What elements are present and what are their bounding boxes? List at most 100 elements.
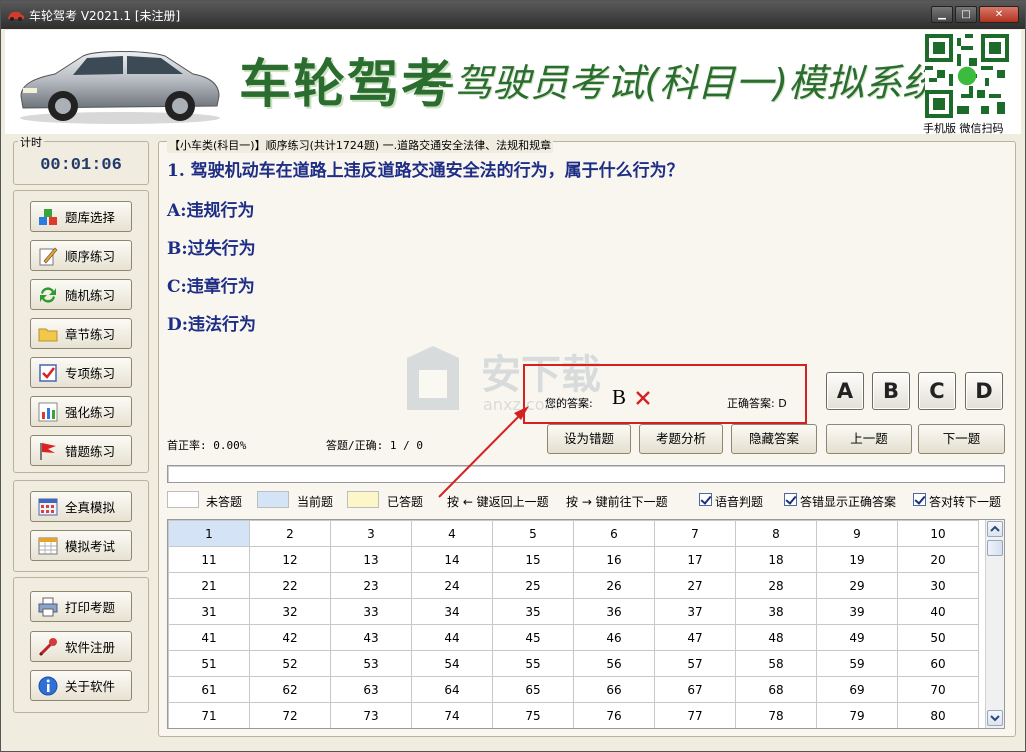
question-cell[interactable]: 69 (816, 676, 898, 703)
question-cell[interactable]: 60 (897, 650, 979, 677)
question-cell[interactable]: 78 (735, 702, 817, 728)
question-cell[interactable]: 15 (492, 546, 574, 573)
full-simulation-button[interactable]: 全真模拟 (30, 491, 132, 522)
question-cell[interactable]: 13 (330, 546, 412, 573)
print-questions-button[interactable]: 打印考题 (30, 591, 132, 622)
question-cell[interactable]: 73 (330, 702, 412, 728)
question-cell[interactable]: 32 (249, 598, 331, 625)
question-cell[interactable]: 44 (411, 624, 493, 651)
chapter-practice-button[interactable]: 章节练习 (30, 318, 132, 349)
question-cell[interactable]: 10 (897, 520, 979, 547)
question-cell[interactable]: 37 (654, 598, 736, 625)
question-cell[interactable]: 62 (249, 676, 331, 703)
question-cell[interactable]: 58 (735, 650, 817, 677)
question-cell[interactable]: 26 (573, 572, 655, 599)
question-cell[interactable]: 64 (411, 676, 493, 703)
about-software-button[interactable]: 关于软件 (30, 670, 132, 701)
question-cell[interactable]: 67 (654, 676, 736, 703)
option-b[interactable]: B:过失行为 (167, 234, 256, 259)
question-cell[interactable]: 3 (330, 520, 412, 547)
question-cell[interactable]: 42 (249, 624, 331, 651)
question-cell[interactable]: 75 (492, 702, 574, 728)
option-a[interactable]: A:违规行为 (167, 196, 254, 221)
software-register-button[interactable]: 软件注册 (30, 631, 132, 662)
question-cell[interactable]: 11 (168, 546, 250, 573)
question-cell[interactable]: 1 (168, 520, 250, 547)
option-d[interactable]: D:违法行为 (167, 310, 256, 335)
question-cell[interactable]: 23 (330, 572, 412, 599)
question-cell[interactable]: 61 (168, 676, 250, 703)
question-cell[interactable]: 79 (816, 702, 898, 728)
question-cell[interactable]: 5 (492, 520, 574, 547)
question-cell[interactable]: 50 (897, 624, 979, 651)
question-cell[interactable]: 65 (492, 676, 574, 703)
auto-next-checkbox[interactable] (913, 493, 926, 506)
question-cell[interactable]: 57 (654, 650, 736, 677)
choice-d-button[interactable]: D (965, 372, 1003, 410)
question-cell[interactable]: 18 (735, 546, 817, 573)
question-analysis-button[interactable]: 考题分析 (639, 424, 723, 454)
question-bank-button[interactable]: 题库选择 (30, 201, 132, 232)
question-cell[interactable]: 70 (897, 676, 979, 703)
question-cell[interactable]: 45 (492, 624, 574, 651)
question-cell[interactable]: 51 (168, 650, 250, 677)
question-cell[interactable]: 66 (573, 676, 655, 703)
question-cell[interactable]: 43 (330, 624, 412, 651)
question-cell[interactable]: 68 (735, 676, 817, 703)
question-cell[interactable]: 20 (897, 546, 979, 573)
choice-b-button[interactable]: B (872, 372, 910, 410)
question-cell[interactable]: 27 (654, 572, 736, 599)
random-practice-button[interactable]: 随机练习 (30, 279, 132, 310)
question-cell[interactable]: 59 (816, 650, 898, 677)
question-cell[interactable]: 21 (168, 572, 250, 599)
question-cell[interactable]: 30 (897, 572, 979, 599)
option-c[interactable]: C:违章行为 (167, 272, 255, 297)
sequential-practice-button[interactable]: 顺序练习 (30, 240, 132, 271)
question-cell[interactable]: 16 (573, 546, 655, 573)
wrong-questions-button[interactable]: 错题练习 (30, 435, 132, 466)
question-cell[interactable]: 28 (735, 572, 817, 599)
question-cell[interactable]: 49 (816, 624, 898, 651)
mock-exam-button[interactable]: 模拟考试 (30, 530, 132, 561)
title-bar[interactable]: 车轮驾考 V2021.1 [未注册] ▁ □ ✕ (1, 1, 1025, 29)
question-cell[interactable]: 77 (654, 702, 736, 728)
question-cell[interactable]: 80 (897, 702, 979, 728)
grid-scrollbar[interactable] (985, 520, 1004, 728)
question-cell[interactable]: 38 (735, 598, 817, 625)
question-cell[interactable]: 6 (573, 520, 655, 547)
question-cell[interactable]: 2 (249, 520, 331, 547)
question-cell[interactable]: 74 (411, 702, 493, 728)
question-cell[interactable]: 72 (249, 702, 331, 728)
minimize-button[interactable]: ▁ (931, 6, 953, 23)
question-cell[interactable]: 24 (411, 572, 493, 599)
intensive-practice-button[interactable]: 强化练习 (30, 396, 132, 427)
question-cell[interactable]: 9 (816, 520, 898, 547)
scroll-down-arrow[interactable] (987, 710, 1003, 726)
question-cell[interactable]: 36 (573, 598, 655, 625)
hide-answer-button[interactable]: 隐藏答案 (731, 424, 817, 454)
topic-practice-button[interactable]: 专项练习 (30, 357, 132, 388)
question-cell[interactable]: 33 (330, 598, 412, 625)
question-cell[interactable]: 39 (816, 598, 898, 625)
question-cell[interactable]: 46 (573, 624, 655, 651)
question-cell[interactable]: 63 (330, 676, 412, 703)
question-cell[interactable]: 22 (249, 572, 331, 599)
question-cell[interactable]: 54 (411, 650, 493, 677)
question-cell[interactable]: 35 (492, 598, 574, 625)
voice-judge-checkbox[interactable] (699, 493, 712, 506)
question-cell[interactable]: 8 (735, 520, 817, 547)
question-cell[interactable]: 40 (897, 598, 979, 625)
choice-c-button[interactable]: C (918, 372, 956, 410)
choice-a-button[interactable]: A (826, 372, 864, 410)
scroll-up-arrow[interactable] (987, 521, 1003, 537)
question-cell[interactable]: 12 (249, 546, 331, 573)
question-cell[interactable]: 48 (735, 624, 817, 651)
question-cell[interactable]: 4 (411, 520, 493, 547)
next-question-button[interactable]: 下一题 (918, 424, 1005, 454)
question-cell[interactable]: 25 (492, 572, 574, 599)
question-cell[interactable]: 31 (168, 598, 250, 625)
show-correct-checkbox[interactable] (784, 493, 797, 506)
question-cell[interactable]: 55 (492, 650, 574, 677)
question-cell[interactable]: 34 (411, 598, 493, 625)
mark-wrong-button[interactable]: 设为错题 (547, 424, 631, 454)
